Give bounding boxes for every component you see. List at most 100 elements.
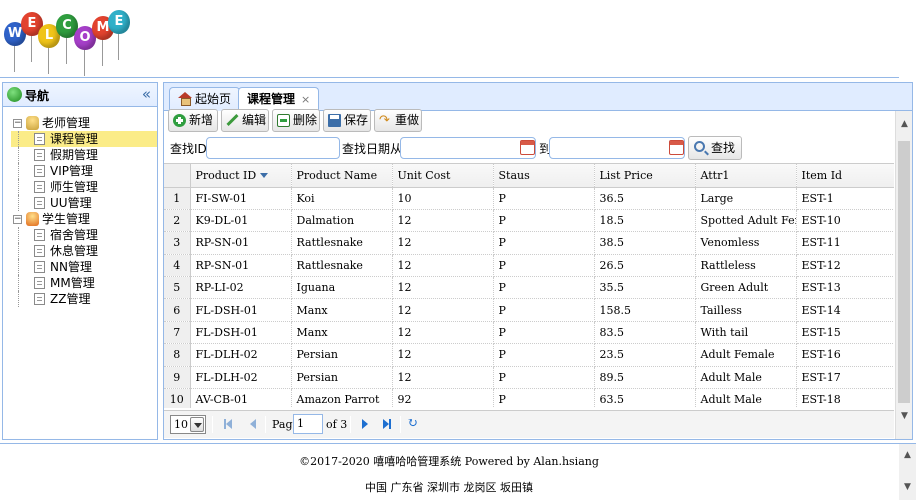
save-button[interactable]: 保存 — [323, 109, 371, 132]
table-cell: P — [493, 366, 595, 390]
document-icon — [34, 133, 45, 145]
search-id-input[interactable] — [206, 137, 340, 159]
nav-item[interactable]: 宿舍管理 — [11, 227, 157, 243]
tree-guide-line — [18, 147, 19, 163]
redo-button[interactable]: ↷ 重做 — [374, 109, 422, 132]
nav-item[interactable]: UU管理 — [11, 195, 157, 211]
last-page-icon[interactable] — [380, 417, 394, 431]
table-row[interactable]: 1 FI-SW-01 Koi 10 P 36.5 Large EST-1 — [164, 187, 894, 210]
date-from-input[interactable] — [400, 137, 536, 159]
scroll-up-icon[interactable]: ▲ — [899, 119, 910, 130]
column-header-attr1[interactable]: Attr1 — [695, 164, 797, 188]
footer: ©2017-2020 嘻嘻哈哈管理系统 Powered by Alan.hsia… — [0, 443, 916, 500]
previous-page-icon[interactable] — [246, 417, 260, 431]
home-icon — [178, 92, 192, 106]
nav-group[interactable]: − 学生管理 — [3, 211, 157, 227]
table-row[interactable]: 9 FL-DLH-02 Persian 12 P 89.5 Adult Male EST-17 — [164, 366, 894, 390]
close-icon[interactable]: × — [301, 93, 310, 106]
add-button[interactable]: 新增 — [168, 109, 218, 132]
nav-panel-header: 导航 « — [3, 83, 157, 107]
scroll-down-icon[interactable]: ▼ — [899, 411, 910, 422]
page-size-select[interactable]: 10 — [170, 415, 206, 434]
nav-item[interactable]: 假期管理 — [11, 147, 157, 163]
double-chevron-left-icon[interactable]: « — [142, 85, 151, 103]
edit-button[interactable]: 编辑 — [221, 109, 269, 132]
table-cell: 26.5 — [594, 254, 696, 278]
table-cell: FL-DSH-01 — [190, 321, 292, 345]
nav-item[interactable]: MM管理 — [11, 275, 157, 291]
nav-group[interactable]: − 老师管理 — [3, 115, 157, 131]
column-header-item-id[interactable]: Item Id — [796, 164, 894, 188]
table-row[interactable]: 5 RP-LI-02 Iguana 12 P 35.5 Green Adult EST-13 — [164, 276, 894, 300]
plus-icon — [173, 114, 186, 127]
calendar-icon[interactable] — [669, 140, 684, 155]
search-button[interactable]: 查找 — [688, 136, 743, 160]
table-row[interactable]: 8 FL-DLH-02 Persian 12 P 23.5 Adult Female EST-… — [164, 343, 894, 367]
scrollbar-thumb[interactable] — [898, 141, 910, 403]
table-cell: Venomless — [695, 231, 797, 255]
table-cell: Rattleless — [695, 254, 797, 278]
column-header-list-price[interactable]: List Price — [594, 164, 696, 188]
page-number-input[interactable]: 1 — [293, 414, 323, 434]
table-row[interactable]: 3 RP-SN-01 Rattlesnake 12 P 38.5 Venomless EST-… — [164, 231, 894, 255]
nav-item[interactable]: NN管理 — [11, 259, 157, 275]
grid-scrollbar[interactable]: ▲ ▼ — [895, 111, 912, 439]
nav-title: 导航 — [25, 89, 50, 103]
column-header-product-id[interactable]: Product ID — [190, 164, 292, 188]
nav-item[interactable]: 师生管理 — [11, 179, 157, 195]
table-cell: 89.5 — [594, 366, 696, 390]
tree-guide-line — [18, 275, 19, 291]
collapse-toggle-icon[interactable]: − — [13, 215, 22, 224]
nav-item-label: 休息管理 — [50, 244, 99, 258]
nav-item-label: VIP管理 — [50, 164, 93, 178]
table-cell: P — [493, 343, 595, 367]
row-number: 4 — [164, 254, 191, 278]
scroll-up-icon[interactable]: ▲ — [902, 450, 913, 461]
table-row[interactable]: 6 FL-DSH-01 Manx 12 P 158.5 Tailless EST-14 — [164, 298, 894, 322]
table-cell: FL-DLH-02 — [190, 366, 292, 390]
column-header-status[interactable]: Staus — [493, 164, 595, 188]
table-row[interactable]: 7 FL-DSH-01 Manx 12 P 83.5 With tail EST-15 — [164, 321, 894, 345]
table-cell: Rattlesnake — [291, 231, 393, 255]
footer-scrollbar[interactable]: ▲ ▼ — [899, 444, 916, 500]
scroll-down-icon[interactable]: ▼ — [902, 482, 913, 493]
column-header-unit-cost[interactable]: Unit Cost — [392, 164, 494, 188]
column-header-product-name[interactable]: Product Name — [291, 164, 393, 188]
delete-button[interactable]: 删除 — [272, 109, 320, 132]
delete-label: 删除 — [293, 113, 318, 127]
balloon-letter: E — [108, 10, 130, 60]
document-icon — [34, 293, 45, 305]
globe-icon — [7, 87, 22, 102]
nav-item[interactable]: ZZ管理 — [11, 291, 157, 307]
table-row[interactable]: 2 K9-DL-01 Dalmation 12 P 18.5 Spotted Adult F… — [164, 209, 894, 233]
date-from-label: 查找日期从 — [342, 142, 403, 156]
table-cell: 12 — [392, 209, 494, 233]
table-row[interactable]: 4 RP-SN-01 Rattlesnake 12 P 26.5 Rattleless EST… — [164, 254, 894, 278]
nav-item[interactable]: VIP管理 — [11, 163, 157, 179]
document-icon — [34, 165, 45, 177]
collapse-toggle-icon[interactable]: − — [13, 119, 22, 128]
table-row[interactable]: 10 AV-CB-01 Amazon Parrot 92 P 63.5 Adult Male… — [164, 388, 894, 408]
nav-item-label: UU管理 — [50, 196, 92, 210]
table-cell: 12 — [392, 366, 494, 390]
table-cell: Spotted Adult Female — [695, 209, 797, 233]
table-cell: EST-18 — [796, 388, 894, 408]
row-number: 3 — [164, 231, 191, 255]
welcome-logo: WELCOME — [4, 8, 130, 76]
next-page-icon[interactable] — [358, 417, 372, 431]
nav-item[interactable]: 课程管理 — [11, 131, 157, 147]
date-to-input[interactable] — [549, 137, 685, 159]
nav-group-label: 学生管理 — [42, 212, 91, 226]
refresh-icon[interactable]: ↻ — [407, 417, 421, 431]
row-number: 1 — [164, 187, 191, 210]
pager-divider — [265, 416, 266, 433]
table-cell: Koi — [291, 187, 393, 210]
nav-item[interactable]: 休息管理 — [11, 243, 157, 259]
table-cell: EST-14 — [796, 298, 894, 322]
tab-home[interactable]: 起始页 — [169, 87, 241, 111]
table-cell: Adult Female — [695, 343, 797, 367]
row-number: 8 — [164, 343, 191, 367]
tree-guide-line — [18, 195, 19, 211]
first-page-icon[interactable] — [222, 417, 236, 431]
calendar-icon[interactable] — [520, 140, 535, 155]
